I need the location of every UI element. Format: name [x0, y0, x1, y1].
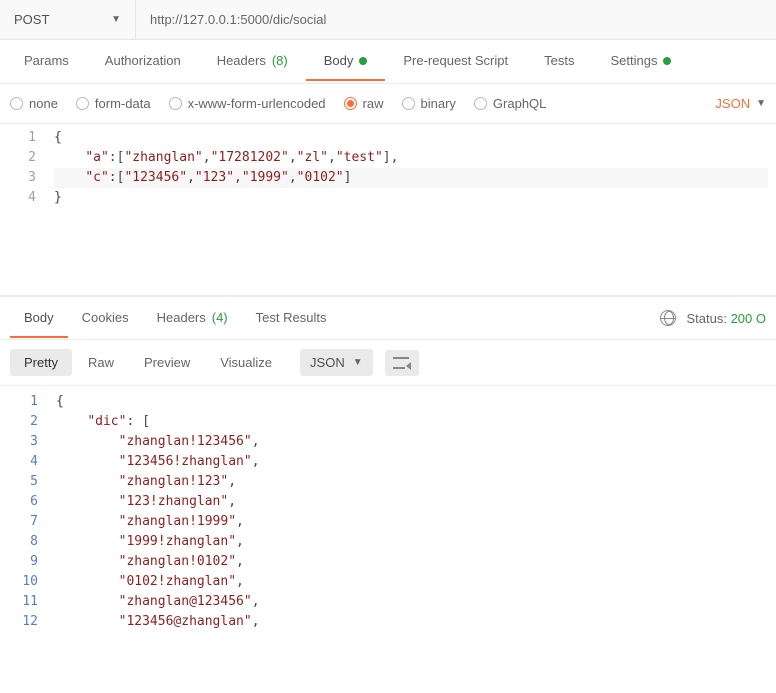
radio-graphql[interactable]: GraphQL — [474, 96, 546, 111]
view-preview[interactable]: Preview — [130, 349, 204, 376]
wrap-icon — [393, 356, 411, 370]
resp-headers-count: (4) — [212, 310, 228, 325]
body-format-dropdown[interactable]: JSON ▼ — [715, 96, 766, 111]
method-label: POST — [14, 12, 49, 27]
chevron-down-icon: ▼ — [111, 14, 121, 25]
view-raw[interactable]: Raw — [74, 349, 128, 376]
globe-icon[interactable] — [660, 310, 676, 326]
response-line-gutter: 1 2 3 4 5 6 7 8 9 10 11 12 — [0, 388, 56, 636]
view-visualize[interactable]: Visualize — [206, 349, 286, 376]
status-label: Status: — [686, 311, 726, 326]
response-tabs-bar: Body Cookies Headers (4) Test Results St… — [0, 296, 776, 340]
body-type-row: none form-data x-www-form-urlencoded raw… — [0, 84, 776, 124]
request-body-editor[interactable]: 1 2 3 4 { "a":["zhanglan","17281202","zl… — [0, 124, 776, 296]
response-toolbar: Pretty Raw Preview Visualize JSON ▼ — [0, 340, 776, 386]
resp-tab-cookies[interactable]: Cookies — [68, 300, 143, 337]
response-body-editor[interactable]: 1 2 3 4 5 6 7 8 9 10 11 12 { "dic": [ "z… — [0, 386, 776, 636]
tab-settings[interactable]: Settings — [592, 43, 689, 80]
radio-x-www-form-urlencoded[interactable]: x-www-form-urlencoded — [169, 96, 326, 111]
request-bar: POST ▼ http://127.0.0.1:5000/dic/social — [0, 0, 776, 40]
response-format-dropdown[interactable]: JSON ▼ — [300, 349, 373, 376]
resp-tab-test-results[interactable]: Test Results — [242, 300, 341, 337]
chevron-down-icon: ▼ — [756, 98, 766, 109]
tab-authorization[interactable]: Authorization — [87, 43, 199, 80]
radio-form-data[interactable]: form-data — [76, 96, 151, 111]
tab-tests[interactable]: Tests — [526, 43, 592, 80]
response-status: Status: 200 O — [660, 310, 766, 326]
radio-none[interactable]: none — [10, 96, 58, 111]
line-gutter: 1 2 3 4 — [0, 124, 46, 295]
tab-headers[interactable]: Headers (8) — [199, 43, 306, 80]
response-format-label: JSON — [310, 355, 345, 370]
dot-icon — [663, 57, 671, 65]
url-input[interactable]: http://127.0.0.1:5000/dic/social — [136, 0, 776, 39]
method-dropdown[interactable]: POST ▼ — [0, 0, 136, 39]
radio-binary[interactable]: binary — [402, 96, 456, 111]
code-area[interactable]: { "a":["zhanglan","17281202","zl","test"… — [46, 124, 776, 295]
body-format-label: JSON — [715, 96, 750, 111]
radio-raw[interactable]: raw — [344, 96, 384, 111]
response-code-area[interactable]: { "dic": [ "zhanglan!123456", "123456!zh… — [56, 388, 260, 636]
dot-icon — [359, 57, 367, 65]
request-tabs: Params Authorization Headers (8) Body Pr… — [0, 40, 776, 84]
view-pretty[interactable]: Pretty — [10, 349, 72, 376]
tab-pre-request[interactable]: Pre-request Script — [385, 43, 526, 80]
tab-body[interactable]: Body — [306, 43, 386, 80]
headers-count: (8) — [272, 53, 288, 68]
chevron-down-icon: ▼ — [353, 357, 363, 368]
resp-tab-body[interactable]: Body — [10, 300, 68, 337]
status-value: 200 O — [731, 311, 766, 326]
url-text: http://127.0.0.1:5000/dic/social — [150, 12, 326, 27]
tab-params[interactable]: Params — [6, 43, 87, 80]
wrap-lines-button[interactable] — [385, 350, 419, 376]
resp-tab-headers[interactable]: Headers (4) — [143, 300, 242, 337]
